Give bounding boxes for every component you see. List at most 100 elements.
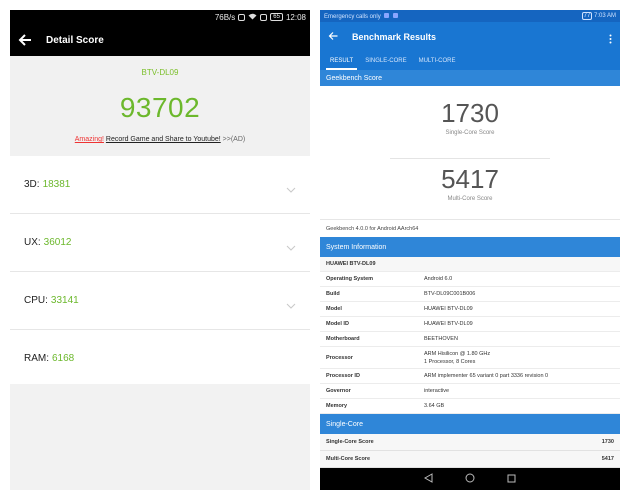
info-key: Processor ID <box>326 373 360 379</box>
row-label: RAM: <box>24 353 49 364</box>
info-value: Android 6.0 <box>424 276 453 282</box>
score-row-label: Multi-Core Score <box>326 456 371 462</box>
score-row-3d[interactable]: 3D: 18381 <box>10 156 310 214</box>
network-speed: 76B/s <box>214 12 236 22</box>
table-row: Governor interactive <box>320 384 620 399</box>
score-header: BTV-DL09 93702 Amazing! Record Game and … <box>10 56 310 156</box>
info-key: Governor <box>326 388 351 394</box>
carrier-text: Emergency calls only <box>324 13 381 20</box>
row-label: CPU: <box>24 295 48 306</box>
multi-core-caption: Multi-Core Score <box>447 196 493 202</box>
score-row-ux[interactable]: UX: 36012 <box>10 214 310 272</box>
score-row-cpu[interactable]: CPU: 33141 <box>10 272 310 330</box>
info-key: Model ID <box>326 321 349 327</box>
table-row: Processor ID ARM implementer 65 variant … <box>320 369 620 384</box>
share-link[interactable]: Amazing! Record Game and Share to Youtub… <box>10 136 310 143</box>
table-row: Operating System Android 6.0 <box>320 272 620 287</box>
notification-icon <box>393 12 399 18</box>
info-key: Build <box>326 291 340 297</box>
tab-result[interactable]: RESULT <box>324 52 359 70</box>
top-app-bar: Detail Score <box>10 24 310 56</box>
row-value: 33141 <box>50 295 79 306</box>
score-row-value: 1730 <box>601 439 614 445</box>
nav-home-icon[interactable] <box>465 470 475 488</box>
page-title: Detail Score <box>46 34 104 46</box>
share-youtube-text[interactable]: Record Game and Share to Youtube! <box>106 136 221 143</box>
screenshot-composite: 76B/s 65 12:08 Detail Score BTV-DL09 937… <box>0 0 630 500</box>
info-value: interactive <box>424 388 450 394</box>
row-value: 6168 <box>52 353 75 364</box>
divider <box>390 158 550 159</box>
sim-icon <box>260 13 268 21</box>
share-amazing-text[interactable]: Amazing! <box>75 136 104 143</box>
status-right: 77 7:03 AM <box>581 12 616 20</box>
info-value: HUAWEI BTV-DL09 <box>424 321 473 327</box>
device-name: HUAWEI BTV-DL09 <box>326 261 376 267</box>
nav-back-icon[interactable] <box>423 470 433 488</box>
nav-recents-icon[interactable] <box>507 470 516 488</box>
battery-icon: 65 <box>270 13 283 21</box>
info-key: Operating System <box>326 276 374 282</box>
antutu-detail-screen: 76B/s 65 12:08 Detail Score BTV-DL09 937… <box>10 10 310 490</box>
table-row: Memory 3.64 GB <box>320 399 620 414</box>
ad-label: >>(AD) <box>222 136 246 143</box>
multi-core-score-row: Multi-Core Score 5417 <box>320 451 620 468</box>
more-vert-icon[interactable] <box>609 31 612 49</box>
single-core-caption: Single-Core Score <box>445 130 495 136</box>
tab-single-core[interactable]: SINGLE-CORE <box>359 52 412 70</box>
info-value: ARM implementer 65 variant 0 part 3336 r… <box>424 373 549 379</box>
info-key: Model <box>326 306 342 312</box>
table-row: Model HUAWEI BTV-DL09 <box>320 302 620 317</box>
device-model: BTV-DL09 <box>141 68 179 77</box>
page-title: Benchmark Results <box>352 32 437 42</box>
info-key: Memory <box>326 403 348 409</box>
total-score: 93702 <box>119 92 201 123</box>
multi-core-score: 5417 <box>441 164 499 194</box>
version-text: Geekbench 4.0.0 for Android AArch64 <box>320 219 620 237</box>
battery-icon: 77 <box>581 12 593 20</box>
notification-icon <box>384 12 390 18</box>
chevron-down-icon[interactable] <box>286 180 296 198</box>
info-value: BEETHOVEN <box>424 336 458 342</box>
info-value: BTV-DL09C001B006 <box>424 291 476 297</box>
wifi-icon <box>248 13 257 22</box>
info-value: ARM Hisilicon @ 1.80 GHz 1 Processor, 8 … <box>424 350 620 366</box>
clock: 7:03 AM <box>593 13 616 19</box>
device-name-row: HUAWEI BTV-DL09 <box>320 257 620 272</box>
back-arrow-icon[interactable] <box>18 33 32 47</box>
score-row-ram: RAM: 6168 <box>10 330 310 388</box>
row-value: 18381 <box>42 179 71 190</box>
processor-line-2: 1 Processor, 8 Cores <box>424 358 476 365</box>
row-label: UX: <box>24 237 41 248</box>
row-label: 3D: <box>24 179 40 190</box>
table-row: Processor ARM Hisilicon @ 1.80 GHz 1 Pro… <box>320 347 620 369</box>
row-value: 36012 <box>43 237 72 248</box>
vibrate-icon <box>238 13 246 21</box>
geekbench-results-screen: Emergency calls only 77 7:03 AM Benchmar… <box>320 10 620 490</box>
tab-multi-core[interactable]: MULTI-CORE <box>413 52 462 70</box>
chevron-down-icon[interactable] <box>286 296 296 314</box>
single-core-score: 1730 <box>441 98 499 128</box>
score-breakdown-list: 3D: 18381 UX: 36012 CPU: 33141 RAM: 6168 <box>10 156 310 388</box>
status-bar: Emergency calls only 77 7:03 AM <box>320 10 620 22</box>
section-header-geekbench-score: Geekbench Score <box>320 70 620 86</box>
navigation-bar <box>320 468 620 490</box>
score-row-label: Single-Core Score <box>326 439 374 445</box>
table-row: Model ID HUAWEI BTV-DL09 <box>320 317 620 332</box>
section-header-single-core: Single-Core <box>320 414 620 434</box>
section-header-system-information: System Information <box>320 237 620 257</box>
table-row: Motherboard BEETHOVEN <box>320 332 620 347</box>
scores-card: 1730 Single-Core Score 5417 Multi-Core S… <box>320 86 620 219</box>
empty-area <box>10 384 310 490</box>
info-value: 3.64 GB <box>424 403 445 409</box>
tab-bar: RESULT SINGLE-CORE MULTI-CORE <box>320 52 620 70</box>
info-key: Motherboard <box>326 336 360 342</box>
processor-line-1: ARM Hisilicon @ 1.80 GHz <box>424 350 491 357</box>
info-key: Processor <box>326 354 353 361</box>
chevron-down-icon[interactable] <box>286 238 296 256</box>
status-left: Emergency calls only <box>324 12 399 20</box>
system-info-table: HUAWEI BTV-DL09 Operating System Android… <box>320 257 620 414</box>
back-arrow-icon[interactable] <box>328 28 338 46</box>
status-bar: 76B/s 65 12:08 <box>10 10 310 24</box>
table-row: Build BTV-DL09C001B006 <box>320 287 620 302</box>
